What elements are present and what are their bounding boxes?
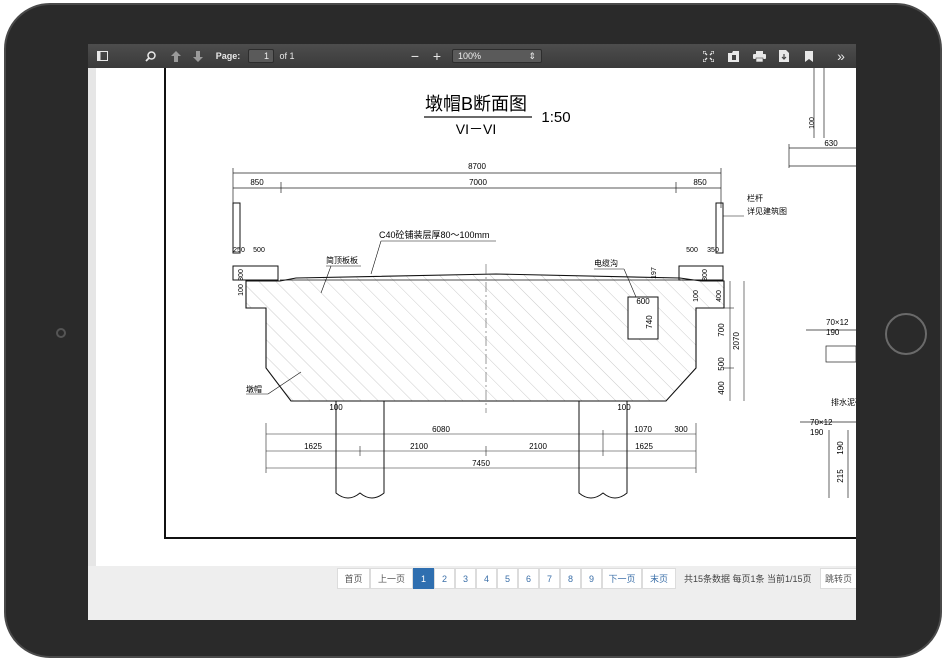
right-label-pipe: 排水泥砂 xyxy=(831,397,856,407)
dim-500-mid: 500 xyxy=(717,357,726,371)
dim-1070: 1070 xyxy=(634,425,652,434)
drawing-title: 墩帽B断面图 xyxy=(425,94,527,114)
chevron-down-icon: ⇕ xyxy=(528,51,536,61)
dim-600: 600 xyxy=(636,297,650,306)
label-cap: 墩帽 xyxy=(246,384,262,394)
right-label-70x12-b: 70×12 xyxy=(810,418,833,427)
dim-1625-right: 1625 xyxy=(635,442,653,451)
pagination-info: 共15条数据 每页1条 当前1/15页 xyxy=(684,574,812,584)
download-icon[interactable] xyxy=(776,44,792,68)
dim-100-right: 100 xyxy=(693,290,700,302)
dim-2100-right: 2100 xyxy=(529,442,547,451)
page-button-2[interactable]: 2 xyxy=(434,568,455,589)
pdf-page: 墩帽B断面图 VI－VI 1:50 8700 850 7000 850 C40砼… xyxy=(96,63,856,566)
dim-center: 7000 xyxy=(469,178,487,187)
home-button[interactable] xyxy=(885,313,927,355)
page-number-input[interactable]: 1 xyxy=(248,49,274,63)
next-page-button[interactable]: 下一页 xyxy=(602,568,642,589)
arrow-down-icon[interactable] xyxy=(190,44,206,68)
dim-400-bottom: 400 xyxy=(717,381,726,395)
dim-2070: 2070 xyxy=(732,332,741,350)
page-button-7[interactable]: 7 xyxy=(539,568,560,589)
pagination-bar: 首页 上一页 1 2 3 4 5 6 7 8 9 下一页 末页 共15条数据 每… xyxy=(88,566,856,620)
arrow-up-icon[interactable] xyxy=(168,44,184,68)
jump-page-button[interactable]: 跳转页 xyxy=(820,568,856,589)
dim-197: 197 xyxy=(651,267,658,279)
label-railing-note: 详见建筑图 xyxy=(747,206,787,216)
page-button-6[interactable]: 6 xyxy=(518,568,539,589)
page-label: Page: xyxy=(215,51,241,61)
dim-500-left: 500 xyxy=(253,247,265,254)
dim-left: 850 xyxy=(250,178,264,187)
dim-2100-left: 2100 xyxy=(410,442,428,451)
drawing-subtitle: VI－VI xyxy=(456,121,496,137)
page-button-1[interactable]: 1 xyxy=(413,568,434,589)
dim-overall: 8700 xyxy=(468,162,486,171)
dim-right: 850 xyxy=(693,178,707,187)
piers xyxy=(335,400,628,499)
dim-6080: 6080 xyxy=(432,425,450,434)
camera-icon xyxy=(56,328,66,338)
dim-7450: 7450 xyxy=(472,459,490,468)
zoom-out-icon[interactable]: − xyxy=(406,44,424,68)
zoom-in-icon[interactable]: + xyxy=(428,44,446,68)
dim-500-right: 500 xyxy=(686,247,698,254)
print-icon[interactable] xyxy=(750,44,768,68)
dim-400-top: 400 xyxy=(716,290,723,302)
dim-1625-left: 1625 xyxy=(304,442,322,451)
right-label-70x12-a: 70×12 xyxy=(826,318,849,327)
label-cable-trench: 电缆沟 xyxy=(594,258,618,268)
label-slab: 简顶板板 xyxy=(326,255,358,265)
pdf-toolbar: Page: 1 of 1 − + 100% ⇕ » xyxy=(88,44,856,69)
right-label-190-a: 190 xyxy=(826,328,840,337)
page-button-9[interactable]: 9 xyxy=(581,568,602,589)
dim-100-left: 100 xyxy=(238,284,245,296)
first-page-button[interactable]: 首页 xyxy=(337,568,370,589)
top-dimensions xyxy=(232,168,722,208)
dim-700: 700 xyxy=(717,323,726,337)
bookmark-icon[interactable] xyxy=(802,44,816,68)
dim-250: 250 xyxy=(233,247,245,254)
page-button-5[interactable]: 5 xyxy=(497,568,518,589)
dim-pier-100-left: 100 xyxy=(329,403,343,412)
dim-300-right: 300 xyxy=(702,269,709,281)
dim-740: 740 xyxy=(645,315,654,329)
label-railing: 栏杆 xyxy=(747,193,763,203)
dim-350: 350 xyxy=(707,247,719,254)
page-button-8[interactable]: 8 xyxy=(560,568,581,589)
dim-300-left: 300 xyxy=(238,269,245,281)
right-dim-630: 630 xyxy=(824,139,838,148)
railings xyxy=(232,202,724,281)
label-pavement: C40砼铺装层厚80～100mm xyxy=(379,229,490,240)
zoom-value: 100% xyxy=(458,51,482,61)
sidebar-toggle-icon[interactable] xyxy=(94,44,110,68)
fullscreen-icon[interactable] xyxy=(700,44,716,68)
search-icon[interactable] xyxy=(142,44,158,68)
screen: Page: 1 of 1 − + 100% ⇕ » 墩帽B断面图 VI－VI 1… xyxy=(88,44,856,620)
page-total: of 1 xyxy=(279,51,295,61)
right-label-215: 215 xyxy=(836,469,845,483)
open-file-icon[interactable] xyxy=(726,44,742,68)
right-label-190-c: 190 xyxy=(836,441,845,455)
drawing-scale: 1:50 xyxy=(541,109,570,126)
right-label-190-b: 190 xyxy=(810,428,824,437)
prev-page-button[interactable]: 上一页 xyxy=(370,568,413,589)
page-button-3[interactable]: 3 xyxy=(455,568,476,589)
last-page-button[interactable]: 末页 xyxy=(642,568,676,589)
dim-300-bottom: 300 xyxy=(674,425,688,434)
zoom-select[interactable]: 100% ⇕ xyxy=(452,49,542,63)
more-tools-icon[interactable]: » xyxy=(832,44,850,68)
right-dim-100: 100 xyxy=(809,117,816,129)
dim-pier-100-right: 100 xyxy=(617,403,631,412)
cad-drawing: 墩帽B断面图 VI－VI 1:50 8700 850 7000 850 C40砼… xyxy=(164,63,856,539)
page-button-4[interactable]: 4 xyxy=(476,568,497,589)
